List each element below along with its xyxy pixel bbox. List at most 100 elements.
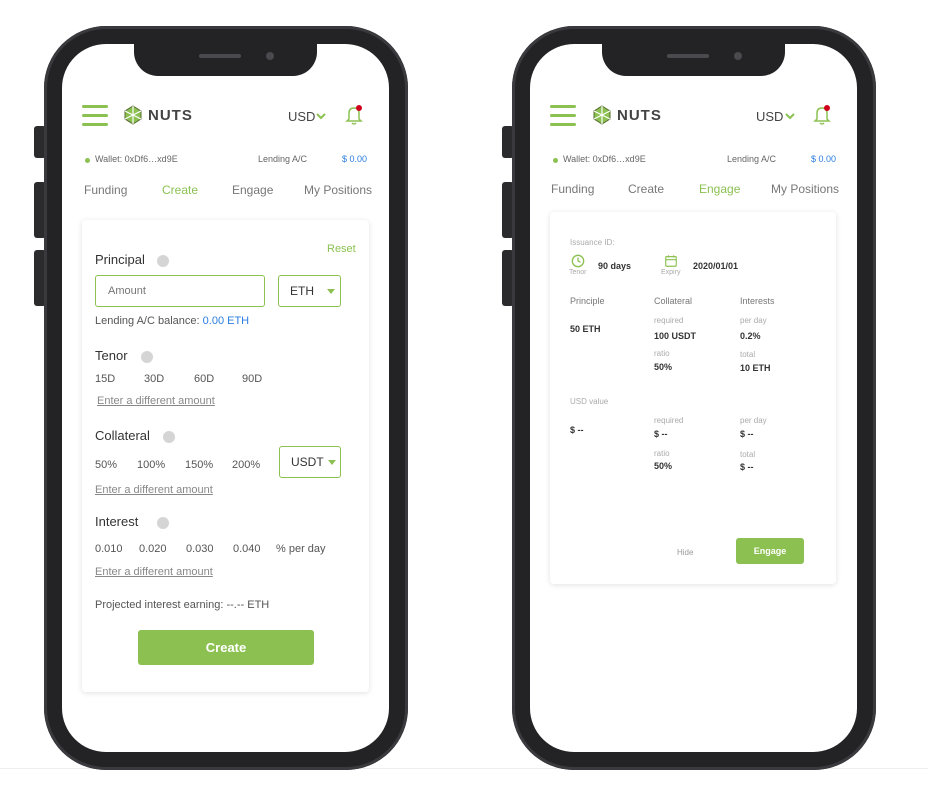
dropdown-caret-icon: [327, 289, 335, 294]
lending-account-label: Lending A/C: [258, 154, 308, 164]
collateral-option-200[interactable]: 200%: [232, 459, 260, 471]
menu-icon[interactable]: [550, 105, 576, 127]
tab-engage[interactable]: Engage: [699, 182, 740, 196]
nuts-logo-icon: [593, 105, 611, 125]
usd-required-caption: required: [654, 416, 684, 425]
principal-label: Principal: [95, 252, 145, 267]
issuance-id-label: Issuance ID:: [570, 238, 615, 247]
left-phone: NUTS USD Wallet: 0xDf6…xd9E Lending A/C …: [34, 26, 408, 770]
wallet-status-dot: [553, 158, 558, 163]
per-day-value: 0.2%: [740, 331, 761, 341]
phone-notch: [134, 44, 317, 76]
ratio-value: 50%: [654, 362, 673, 372]
interest-option-0030[interactable]: 0.030: [186, 543, 214, 555]
per-day-caption: per day: [740, 316, 767, 325]
ratio-caption: ratio: [654, 349, 670, 358]
usd-total-caption: total: [740, 450, 756, 459]
currency-selector[interactable]: USD: [288, 109, 315, 124]
currency-selector[interactable]: USD: [756, 109, 783, 124]
tab-my-positions[interactable]: My Positions: [304, 183, 372, 197]
info-icon[interactable]: [157, 255, 169, 267]
total-caption: total: [740, 350, 756, 359]
tenor-option-60d[interactable]: 60D: [194, 373, 214, 385]
camera: [734, 52, 742, 60]
calendar-icon: [665, 255, 677, 267]
bell-icon[interactable]: [344, 104, 364, 126]
interest-option-0020[interactable]: 0.020: [139, 543, 167, 555]
interests-header: Interests: [740, 296, 775, 306]
collateral-header: Collateral: [654, 296, 693, 306]
required-caption: required: [654, 316, 684, 325]
interest-different-amount-link[interactable]: Enter a different amount: [95, 566, 213, 578]
collateral-option-50[interactable]: 50%: [95, 459, 117, 471]
bell-icon[interactable]: [812, 104, 832, 126]
tenor-caption: Tenor: [569, 269, 587, 276]
chevron-down-icon[interactable]: [784, 112, 796, 120]
issuance-card: Issuance ID: Tenor 90 days Expiry 2020/0…: [550, 212, 836, 584]
lending-account-value: $ 0.00: [342, 154, 368, 164]
tab-my-positions[interactable]: My Positions: [771, 182, 839, 196]
usd-total-value: $ --: [740, 462, 754, 472]
lending-account-value: $ 0.00: [811, 154, 837, 164]
right-phone: NUTS USD Wallet: 0xDf6…xd9E Lending A/C …: [502, 26, 876, 770]
wallet-status-dot: [85, 158, 90, 163]
collateral-token-value: USDT: [291, 455, 324, 469]
create-card: Reset Principal ETH Lending A/C balance:…: [82, 220, 369, 692]
speaker: [667, 54, 709, 58]
tab-funding[interactable]: Funding: [551, 182, 594, 196]
tenor-different-amount-link[interactable]: Enter a different amount: [97, 395, 215, 407]
tenor-label: Tenor: [95, 348, 128, 363]
dropdown-caret-icon: [328, 460, 336, 465]
info-icon[interactable]: [157, 517, 169, 529]
collateral-label: Collateral: [95, 428, 150, 443]
required-value: 100 USDT: [654, 331, 697, 341]
tab-create[interactable]: Create: [628, 182, 664, 196]
info-icon[interactable]: [141, 351, 153, 363]
interest-label: Interest: [95, 514, 139, 529]
total-value: 10 ETH: [740, 363, 771, 373]
nuts-logo-icon: [124, 105, 142, 125]
tenor-option-90d[interactable]: 90D: [242, 373, 262, 385]
projected-interest: Projected interest earning: --.-- ETH: [95, 599, 270, 611]
right-screen: NUTS USD Wallet: 0xDf6…xd9E Lending A/C …: [530, 44, 857, 752]
tab-funding[interactable]: Funding: [84, 183, 127, 197]
chevron-down-icon[interactable]: [315, 112, 327, 120]
interest-option-0010[interactable]: 0.010: [95, 543, 123, 555]
lending-account-label: Lending A/C: [727, 154, 777, 164]
collateral-option-150[interactable]: 150%: [185, 459, 213, 471]
info-icon[interactable]: [163, 431, 175, 443]
collateral-option-100[interactable]: 100%: [137, 459, 165, 471]
usd-per-day-value: $ --: [740, 429, 754, 439]
usd-per-day-caption: per day: [740, 416, 767, 425]
left-screen: NUTS USD Wallet: 0xDf6…xd9E Lending A/C …: [62, 44, 389, 752]
usd-ratio-caption: ratio: [654, 449, 670, 458]
usd-required-value: $ --: [654, 429, 668, 439]
interest-option-0040[interactable]: 0.040: [233, 543, 261, 555]
wallet-address: Wallet: 0xDf6…xd9E: [563, 154, 646, 164]
expiry-caption: Expiry: [661, 269, 681, 276]
menu-icon[interactable]: [82, 105, 108, 127]
tab-engage[interactable]: Engage: [232, 183, 273, 197]
tenor-option-15d[interactable]: 15D: [95, 373, 115, 385]
create-button[interactable]: Create: [138, 630, 314, 665]
principle-header: Principle: [570, 296, 605, 306]
hide-button[interactable]: Hide: [677, 548, 693, 557]
tenor-value: 90 days: [598, 261, 632, 271]
wallet-address: Wallet: 0xDf6…xd9E: [95, 154, 178, 164]
usd-value-label: USD value: [570, 397, 609, 406]
amount-input[interactable]: [95, 275, 265, 307]
principle-value: 50 ETH: [570, 324, 601, 334]
engage-button[interactable]: Engage: [736, 538, 804, 564]
brand-name: NUTS: [617, 107, 662, 124]
balance-label: Lending A/C balance: 0.00 ETH: [95, 315, 249, 327]
phone-notch: [602, 44, 785, 76]
balance-value: 0.00 ETH: [202, 315, 250, 327]
reset-button[interactable]: Reset: [327, 243, 356, 255]
usd-ratio-value: 50%: [654, 461, 673, 471]
tab-create[interactable]: Create: [162, 183, 198, 197]
interest-unit: % per day: [276, 543, 326, 555]
principal-token-value: ETH: [290, 284, 314, 298]
collateral-different-amount-link[interactable]: Enter a different amount: [95, 484, 213, 496]
clock-icon: [571, 254, 585, 268]
tenor-option-30d[interactable]: 30D: [144, 373, 164, 385]
